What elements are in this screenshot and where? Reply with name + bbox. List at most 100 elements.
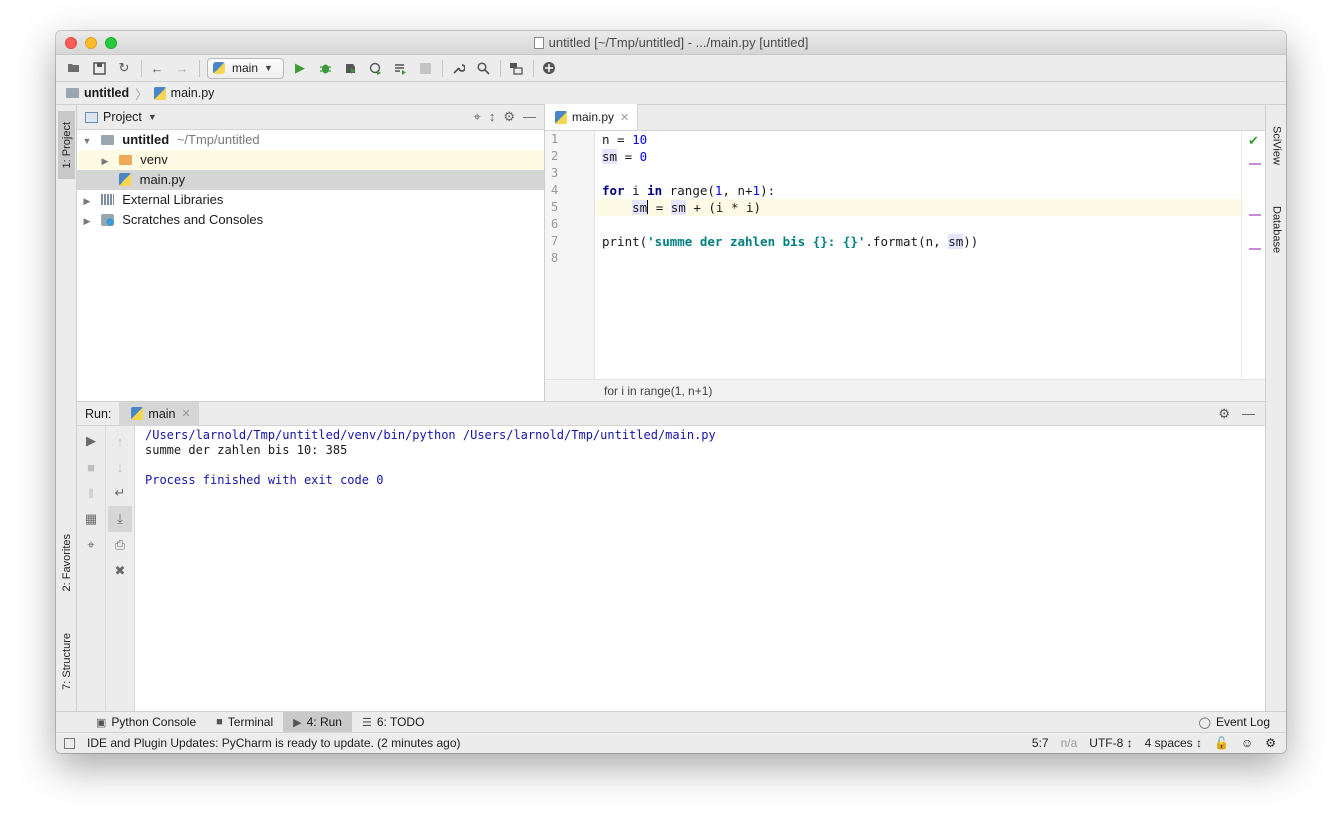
- tab-run[interactable]: ▶ 4: Run: [283, 711, 352, 733]
- maximize-window-button[interactable]: [105, 37, 117, 49]
- chevron-right-icon[interactable]: ▶: [81, 211, 93, 231]
- debug-icon[interactable]: [315, 58, 335, 78]
- run-tab-main[interactable]: main ✕: [119, 401, 199, 426]
- tree-item-main-py[interactable]: main.py: [77, 170, 544, 190]
- tab-python-console[interactable]: ▣ Python Console: [86, 712, 206, 733]
- plugin-icon[interactable]: [539, 58, 559, 78]
- print-icon[interactable]: ⎙: [106, 532, 134, 558]
- editor-tab-main-py[interactable]: main.py ✕: [545, 104, 639, 130]
- breadcrumb-file[interactable]: main.py: [171, 86, 215, 100]
- tab-todo[interactable]: ☰ 6: TODO: [352, 712, 434, 733]
- save-icon[interactable]: [89, 58, 109, 78]
- usage-marker[interactable]: [1249, 214, 1261, 216]
- tab-project[interactable]: 1: Project: [58, 111, 75, 179]
- stop-icon[interactable]: ■: [77, 454, 105, 480]
- minimize-window-button[interactable]: [85, 37, 97, 49]
- python-file-icon: [555, 110, 567, 124]
- tab-favorites-label: 2: Favorites: [60, 534, 73, 592]
- locate-icon[interactable]: ⌖: [474, 109, 481, 125]
- soft-wrap-icon[interactable]: ↵: [106, 480, 134, 506]
- tab-favorites[interactable]: 2: Favorites: [58, 519, 75, 607]
- stop-icon[interactable]: [415, 58, 435, 78]
- collapse-all-icon[interactable]: ↕: [489, 109, 496, 125]
- search-icon[interactable]: [473, 58, 493, 78]
- tree-root-name: untitled: [122, 132, 170, 147]
- close-window-button[interactable]: [65, 37, 77, 49]
- project-view-select[interactable]: Project: [103, 110, 142, 124]
- tab-structure[interactable]: 7: Structure: [58, 617, 75, 705]
- tab-terminal[interactable]: ■ Terminal: [206, 712, 283, 733]
- python-console-icon: ▣: [96, 716, 107, 729]
- tab-project-label: 1: Project: [60, 121, 73, 169]
- caret-position[interactable]: 5:7: [1032, 736, 1049, 750]
- usage-marker[interactable]: [1249, 163, 1261, 165]
- pin-icon[interactable]: ⌖: [77, 532, 105, 558]
- layout-icon[interactable]: ▦: [77, 506, 105, 532]
- tree-item-venv[interactable]: ▶ venv: [77, 150, 544, 170]
- open-folder-icon[interactable]: [64, 58, 84, 78]
- main-toolbar: ↻ ← → main ▼ ▶: [56, 55, 1286, 82]
- tab-sciview-label: SciView: [1270, 125, 1283, 165]
- arrow-up-icon[interactable]: ↑: [106, 428, 134, 454]
- arrow-down-icon[interactable]: ↓: [106, 454, 134, 480]
- code-line[interactable]: for i in range(1, n+1):: [596, 182, 1241, 199]
- console-output[interactable]: /Users/larnold/Tmp/untitled/venv/bin/pyt…: [145, 428, 1265, 488]
- python-icon: [131, 407, 144, 420]
- wrench-icon[interactable]: [448, 58, 468, 78]
- code-line[interactable]: n = 10: [596, 131, 1241, 148]
- file-encoding[interactable]: UTF-8 ↕: [1089, 736, 1132, 750]
- code-line[interactable]: print('summe der zahlen bis {}: {}'.form…: [596, 233, 1241, 250]
- vcs-icon[interactable]: [506, 58, 526, 78]
- indent-setting[interactable]: 4 spaces ↕: [1145, 736, 1202, 750]
- lock-icon[interactable]: 🔓: [1214, 736, 1229, 750]
- chevron-right-icon[interactable]: ▶: [99, 151, 111, 171]
- toggle-tool-windows-icon[interactable]: [64, 737, 75, 749]
- gear-icon[interactable]: ⚙: [1218, 406, 1230, 422]
- coverage-icon[interactable]: [340, 58, 360, 78]
- chevron-down-icon[interactable]: ▼: [148, 112, 157, 122]
- run-icon[interactable]: ▶: [290, 58, 310, 78]
- code-token: =: [609, 132, 633, 147]
- forward-icon[interactable]: →: [172, 58, 192, 78]
- code-line[interactable]: [596, 216, 1241, 233]
- sync-icon[interactable]: ↻: [114, 58, 134, 78]
- chevron-down-icon[interactable]: ▼: [81, 131, 93, 151]
- back-icon[interactable]: ←: [147, 58, 167, 78]
- tree-item-external-libraries[interactable]: ▶ External Libraries: [77, 190, 544, 210]
- pause-icon[interactable]: ‖: [77, 480, 105, 506]
- gear-icon[interactable]: ⚙: [503, 109, 515, 125]
- tree-item-root[interactable]: ▼ untitled ~/Tmp/untitled: [77, 130, 544, 150]
- code-line-current[interactable]: sm = sm + (i * i): [596, 199, 1241, 216]
- trash-icon[interactable]: ✖: [106, 558, 134, 584]
- code-line[interactable]: [596, 165, 1241, 182]
- code-line[interactable]: [596, 250, 1241, 267]
- rerun-icon[interactable]: ▶: [77, 428, 105, 454]
- tab-event-log[interactable]: ◯ Event Log: [1189, 712, 1286, 733]
- check-icon[interactable]: ✔: [1248, 133, 1259, 149]
- tree-item-scratches[interactable]: ▶ Scratches and Consoles: [77, 210, 544, 230]
- close-icon[interactable]: ✕: [182, 407, 191, 420]
- navigation-bar: untitled 〉 main.py: [56, 82, 1286, 105]
- minimize-icon[interactable]: —: [1242, 406, 1255, 422]
- error-stripe[interactable]: ✔: [1241, 131, 1265, 379]
- code-area[interactable]: n = 10 sm = 0 for i in range(1, n+1): sm…: [596, 131, 1241, 379]
- usage-marker[interactable]: [1249, 248, 1261, 250]
- settings-icon[interactable]: ⚙: [1265, 736, 1276, 750]
- code-line[interactable]: sm = 0: [596, 148, 1241, 165]
- run-configuration-select[interactable]: main ▼: [207, 57, 284, 79]
- editor-tab-bar: main.py ✕: [545, 104, 1265, 131]
- minimize-icon[interactable]: —: [523, 109, 536, 125]
- tab-sciview[interactable]: SciView: [1268, 113, 1285, 177]
- breadcrumb-project[interactable]: untitled: [84, 86, 129, 100]
- close-icon[interactable]: ✕: [620, 111, 629, 124]
- inspector-icon[interactable]: ☺: [1241, 736, 1253, 750]
- profile-icon[interactable]: [365, 58, 385, 78]
- editor-breadcrumb[interactable]: for i in range(1, n+1): [545, 379, 1265, 401]
- tab-database[interactable]: Database: [1268, 193, 1285, 267]
- concurrency-icon[interactable]: [390, 58, 410, 78]
- status-message[interactable]: IDE and Plugin Updates: PyCharm is ready…: [87, 736, 461, 750]
- scroll-to-end-icon[interactable]: ⤓: [108, 506, 132, 532]
- code-token: + (i * i): [685, 200, 762, 215]
- chevron-right-icon[interactable]: ▶: [81, 191, 93, 211]
